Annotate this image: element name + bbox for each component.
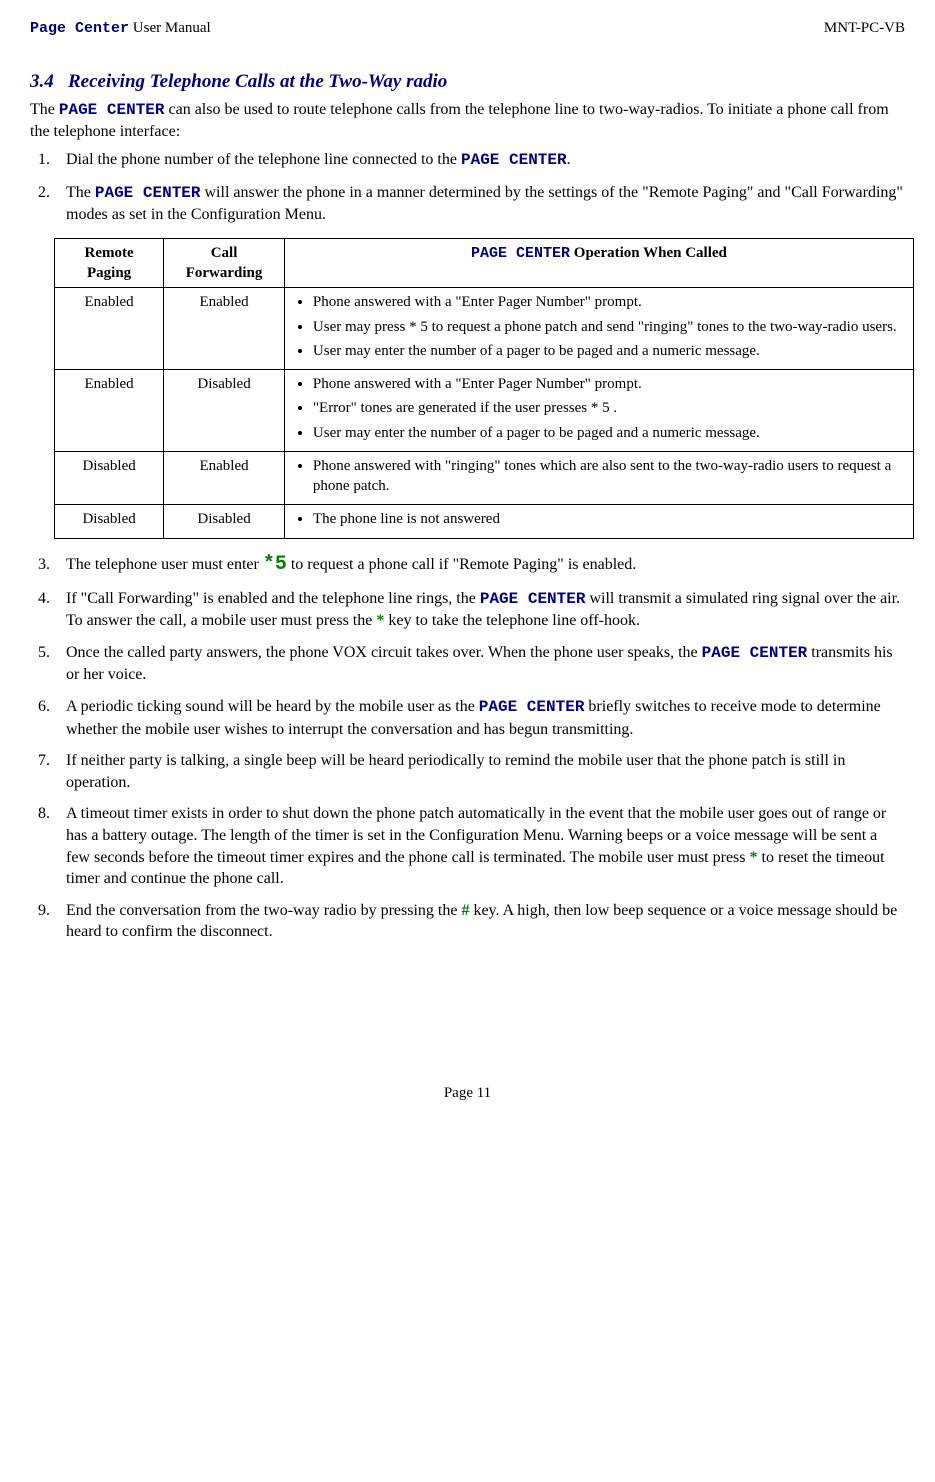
product-name: PAGE CENTER (479, 698, 585, 716)
section-number: 3.4 (30, 71, 54, 92)
cell: Phone answered with a "Enter Pager Numbe… (284, 370, 913, 452)
text: . (567, 151, 571, 168)
text: If "Call Forwarding" is enabled and the … (66, 590, 480, 607)
text: End the conversation from the two-way ra… (66, 902, 461, 919)
product-name: Page Center (30, 20, 129, 37)
cell: Enabled (55, 288, 164, 370)
table-row: Enabled Disabled Phone answered with a "… (55, 370, 914, 452)
text: to request a phone call if "Remote Pagin… (287, 556, 636, 573)
bullet: User may press * 5 to request a phone pa… (313, 317, 905, 337)
bullet: Phone answered with "ringing" tones whic… (313, 456, 905, 497)
cell: Enabled (164, 288, 285, 370)
table-row: Disabled Enabled Phone answered with "ri… (55, 451, 914, 505)
bullet: User may enter the number of a pager to … (313, 341, 905, 361)
steps-list: Dial the phone number of the telephone l… (30, 149, 905, 226)
product-name: PAGE CENTER (461, 151, 567, 169)
cell: The phone line is not answered (284, 505, 913, 538)
cell: Phone answered with "ringing" tones whic… (284, 451, 913, 505)
intro-paragraph: The PAGE CENTER can also be used to rout… (30, 99, 905, 143)
page-footer: Page 11 (30, 1083, 905, 1103)
step-7: If neither party is talking, a single be… (54, 750, 905, 793)
text: Dial the phone number of the telephone l… (66, 151, 461, 168)
text: A periodic ticking sound will be heard b… (66, 698, 479, 715)
page-header: Page Center User Manual MNT-PC-VB (30, 18, 905, 39)
table-header-row: Remote Paging Call Forwarding PAGE CENTE… (55, 238, 914, 288)
key-sequence: *5 (263, 553, 287, 576)
cell: Disabled (55, 505, 164, 538)
bullet: "Error" tones are generated if the user … (313, 398, 905, 418)
col-operation: PAGE CENTER Operation When Called (284, 238, 913, 288)
text: The (30, 101, 59, 118)
text: Once the called party answers, the phone… (66, 644, 702, 661)
cell: Phone answered with a "Enter Pager Numbe… (284, 288, 913, 370)
product-name: PAGE CENTER (95, 184, 201, 202)
cell: Disabled (164, 505, 285, 538)
text: key to take the telephone line off-hook. (384, 612, 640, 629)
section-heading: 3.4 Receiving Telephone Calls at the Two… (30, 69, 905, 95)
header-suffix: User Manual (129, 20, 211, 36)
table-row: Enabled Enabled Phone answered with a "E… (55, 288, 914, 370)
product-name: PAGE CENTER (480, 590, 586, 608)
bullet: User may enter the number of a pager to … (313, 423, 905, 443)
step-1: Dial the phone number of the telephone l… (54, 149, 905, 172)
header-right: MNT-PC-VB (824, 18, 905, 39)
step-8: A timeout timer exists in order to shut … (54, 803, 905, 889)
step-6: A periodic ticking sound will be heard b… (54, 696, 905, 740)
col-call-forwarding: Call Forwarding (164, 238, 285, 288)
step-2: The PAGE CENTER will answer the phone in… (54, 182, 905, 226)
cell: Enabled (164, 451, 285, 505)
cell: Disabled (55, 451, 164, 505)
key-star: * (750, 849, 758, 866)
text: Operation When Called (570, 245, 727, 261)
bullet: Phone answered with a "Enter Pager Numbe… (313, 374, 905, 394)
bullet: Phone answered with a "Enter Pager Numbe… (313, 292, 905, 312)
product-name: PAGE CENTER (59, 101, 165, 119)
operation-table: Remote Paging Call Forwarding PAGE CENTE… (54, 238, 914, 539)
cell: Enabled (55, 370, 164, 452)
step-5: Once the called party answers, the phone… (54, 642, 905, 686)
col-remote-paging: Remote Paging (55, 238, 164, 288)
product-name: PAGE CENTER (702, 644, 808, 662)
step-3: The telephone user must enter *5 to requ… (54, 551, 905, 578)
table-row: Disabled Disabled The phone line is not … (55, 505, 914, 538)
header-left: Page Center User Manual (30, 18, 211, 39)
product-name: PAGE CENTER (471, 245, 570, 262)
step-9: End the conversation from the two-way ra… (54, 900, 905, 943)
text: The telephone user must enter (66, 556, 263, 573)
text: The (66, 184, 95, 201)
step-4: If "Call Forwarding" is enabled and the … (54, 588, 905, 632)
bullet: The phone line is not answered (313, 509, 905, 529)
steps-list-continued: The telephone user must enter *5 to requ… (30, 551, 905, 943)
cell: Disabled (164, 370, 285, 452)
section-title: Receiving Telephone Calls at the Two-Way… (68, 71, 447, 92)
